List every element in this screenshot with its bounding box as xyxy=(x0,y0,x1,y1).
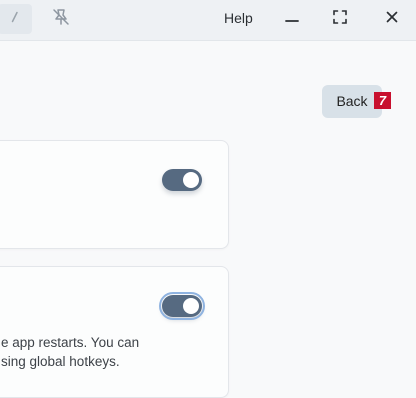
setting-toggle[interactable] xyxy=(159,292,205,320)
setting-description-line: sing global hotkeys. xyxy=(1,354,120,369)
setting-toggle[interactable] xyxy=(162,169,202,191)
title-bar: Help xyxy=(0,0,416,41)
app-window: Help Back 7 e app restarts. You can sing… xyxy=(0,0,416,398)
help-menu[interactable]: Help xyxy=(224,10,253,26)
back-button[interactable]: Back xyxy=(322,85,382,118)
maximize-icon xyxy=(333,9,347,29)
setting-description-line: e app restarts. You can xyxy=(1,335,140,350)
close-button[interactable] xyxy=(376,5,408,33)
settings-panel: Back 7 e app restarts. You can sing glob… xyxy=(0,41,416,398)
setting-description: e app restarts. You can sing global hotk… xyxy=(1,333,225,371)
minimize-icon xyxy=(285,10,299,29)
toggle-knob xyxy=(183,298,199,314)
close-icon xyxy=(386,10,398,28)
edit-tool-button[interactable] xyxy=(0,4,32,34)
shortcut-badge: 7 xyxy=(374,92,391,109)
minimize-button[interactable] xyxy=(276,5,308,33)
maximize-button[interactable] xyxy=(324,5,356,33)
toggle-knob xyxy=(183,172,199,188)
setting-card xyxy=(0,140,229,249)
setting-card: e app restarts. You can sing global hotk… xyxy=(0,266,229,398)
pencil-icon xyxy=(9,10,21,28)
pin-toggle-button[interactable] xyxy=(46,4,76,34)
pin-off-icon xyxy=(51,7,71,32)
